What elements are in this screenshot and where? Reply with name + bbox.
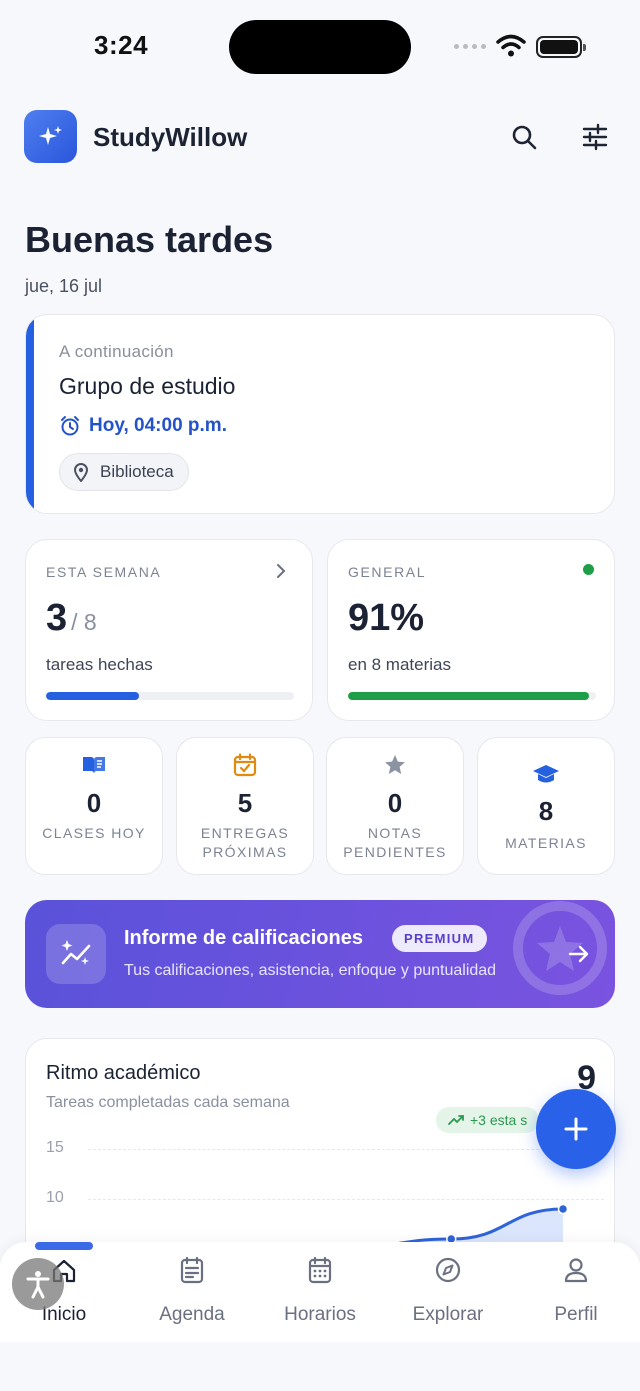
home-indicator-area [0,1342,640,1391]
accessibility-button[interactable] [12,1258,64,1310]
weekly-total-value: / 8 [71,609,97,635]
cellular-signal-icon [454,44,486,49]
graduation-cap-icon [533,765,559,783]
quick-stat-label: CLASES HOY [42,825,146,841]
weekly-caption: tareas hechas [46,655,153,674]
nav-label: Perfil [554,1304,598,1325]
premium-badge: PREMIUM [392,925,487,952]
agenda-icon [180,1256,204,1284]
nav-label: Horarios [284,1304,356,1325]
accessibility-icon [26,1271,50,1299]
app-name: StudyWillow [93,122,248,152]
greeting-title: Buenas tardes [25,219,274,260]
weekly-progress-bar [46,692,294,700]
general-heading: GENERAL [348,564,427,580]
calendar-grid-icon [308,1256,332,1284]
status-bar: 3:24 [0,0,640,96]
alarm-clock-icon [61,416,79,436]
next-event-time: Hoy, 04:00 p.m. [59,415,227,437]
weekly-done-value: 3 [46,597,68,639]
general-grade-card[interactable]: GENERAL 91% en 8 materias [327,539,615,721]
quick-stat-label: MATERIAS [505,835,587,851]
quick-stat-deliveries[interactable]: 5 ENTREGAS PRÓXIMAS [176,737,314,875]
banner-subtitle: Tus calificaciones, asistencia, enfoque … [124,962,497,979]
trend-sparkle-icon [61,940,91,965]
nav-item-perfil[interactable]: Perfil [512,1252,640,1332]
banner-title: Informe de calificaciones [124,927,363,949]
medal-watermark-icon [513,901,607,995]
weekly-done-count: 3/ 8 [46,597,97,640]
location-chip[interactable]: Biblioteca [59,453,189,491]
quick-stat-value: 0 [387,788,403,818]
app-logo [24,110,77,163]
add-button[interactable] [536,1089,616,1169]
filter-button[interactable] [577,119,613,155]
nav-item-explorar[interactable]: Explorar [384,1252,512,1332]
quick-stat-classes[interactable]: 0 CLASES HOY [25,737,163,875]
next-event-card[interactable]: A continuación Grupo de estudio Hoy, 04:… [25,314,615,514]
bottom-navigation: Inicio Agenda Horarios Explorar Perfil [0,1242,640,1342]
quick-stat-value: 0 [86,788,102,818]
general-value: 91% [348,597,425,639]
search-button[interactable] [506,119,542,155]
plus-icon [564,1117,588,1141]
calendar-check-icon [233,753,257,777]
chevron-right-icon [277,564,286,578]
book-open-icon [83,757,105,774]
nav-item-agenda[interactable]: Agenda [128,1252,256,1332]
general-caption: en 8 materias [348,655,451,674]
wifi-icon [496,34,526,57]
status-time: 3:24 [94,30,149,60]
dynamic-island [229,20,411,74]
status-dot [583,564,594,575]
location-text: Biblioteca [100,462,174,481]
weekly-tasks-card[interactable]: ESTA SEMANA 3/ 8 tareas hechas [25,539,313,721]
search-icon [512,125,537,150]
arrow-right-icon [568,945,589,963]
general-progress-fill [348,692,589,700]
grades-report-banner[interactable]: Informe de calificaciones PREMIUM Tus ca… [25,900,615,1008]
star-icon [385,755,405,774]
quick-stat-label: ENTREGAS PRÓXIMAS [200,825,290,860]
app-bar: StudyWillow [24,110,616,164]
general-progress-bar [348,692,596,700]
weekly-progress-fill [46,692,139,700]
nav-label: Agenda [159,1304,225,1325]
next-event-label: A continuación [59,342,174,361]
sliders-icon [582,123,608,151]
next-event-title: Grupo de estudio [59,373,236,399]
weekly-heading: ESTA SEMANA [46,564,162,580]
map-pin-icon [73,463,89,482]
quick-stat-subjects[interactable]: 8 MATERIAS [477,737,615,875]
data-point-4 [557,1203,569,1215]
sparkles-icon [38,125,62,145]
compass-icon [435,1257,461,1283]
user-icon [564,1258,588,1283]
nav-label: Inicio [41,1304,87,1325]
report-icon-tile [46,924,106,984]
card-accent [26,315,34,513]
next-event-time-text: Hoy, 04:00 p.m. [89,415,227,436]
active-tab-indicator [35,1242,93,1250]
quick-stat-label: NOTAS PENDIENTES [343,825,447,860]
nav-label: Explorar [412,1304,484,1325]
quick-stat-value: 8 [538,796,554,826]
nav-item-horarios[interactable]: Horarios [256,1252,384,1332]
quick-stat-grades[interactable]: 0 NOTAS PENDIENTES [326,737,464,875]
quick-stat-value: 5 [237,788,253,818]
battery-icon [536,36,586,58]
current-date: jue, 16 jul [25,276,103,296]
